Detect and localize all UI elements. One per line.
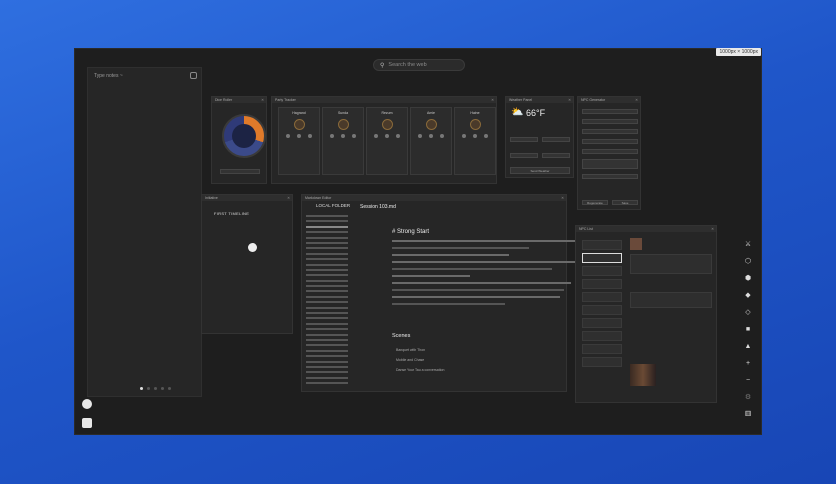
editor-title: Markdown Editor (302, 195, 566, 201)
markdown-editor-widget[interactable]: Markdown Editor LOCAL FOLDER Session 103… (301, 194, 584, 392)
class-icon (337, 119, 349, 130)
search-icon: ⚲ (380, 62, 385, 69)
folder-label: LOCAL FOLDER (316, 203, 351, 208)
md-heading: # Strong Start (392, 229, 430, 235)
notes-title: Type notes ~ (94, 73, 123, 79)
file-tab[interactable]: Session 103.md (360, 204, 396, 210)
dice-wheel[interactable] (222, 114, 266, 158)
dice-icon[interactable]: ⚅ (743, 410, 753, 420)
minus-icon[interactable]: − (743, 376, 753, 386)
weather-option[interactable] (510, 137, 538, 142)
member-name: Sunda (337, 111, 349, 115)
weather-option[interactable] (542, 153, 570, 158)
party-card[interactable]: Rezum (366, 107, 408, 175)
npc-generator-widget[interactable]: NPC Generator Regenerate Save (577, 96, 641, 210)
scene-item: Banquet with Thon (396, 348, 426, 352)
member-name: Haine (470, 111, 480, 115)
party-card[interactable]: Haine (454, 107, 496, 175)
npc-row[interactable] (582, 305, 622, 315)
camera-icon[interactable] (190, 72, 197, 79)
d12-icon[interactable]: ⬢ (743, 274, 753, 284)
npc-notes (630, 292, 712, 308)
npc-field[interactable] (582, 174, 638, 179)
dice-option[interactable] (220, 169, 260, 174)
party-card[interactable]: Amie (410, 107, 452, 175)
send-weather-button[interactable]: Send Weather (510, 167, 570, 174)
d8-icon[interactable]: ◇ (743, 308, 753, 318)
cloud-sun-icon: ⛅ (511, 107, 524, 118)
plus-icon[interactable]: + (743, 359, 753, 369)
npc-generator-title: NPC Generator (578, 97, 640, 103)
search-placeholder: Search the web (388, 62, 427, 68)
member-name: Rezum (381, 111, 393, 115)
npc-row[interactable] (582, 253, 622, 263)
party-tracker-title: Party Tracker (272, 97, 496, 103)
swords-icon[interactable]: ⚔ (743, 240, 753, 250)
initiative-widget[interactable]: Initiative FIRST TIMELINE (201, 194, 293, 334)
scene-item: Danse Your Tau a conversation (396, 368, 445, 372)
npc-stats (630, 254, 712, 274)
class-icon (381, 119, 393, 130)
save-button[interactable]: Save (612, 200, 638, 205)
npc-row[interactable] (582, 266, 622, 276)
temperature: 66°F (526, 108, 546, 118)
weather-option[interactable] (510, 153, 538, 158)
class-icon (293, 119, 305, 130)
search-bar[interactable]: ⚲ Search the web (373, 59, 465, 71)
dice-roller-widget[interactable]: Dice Roller (211, 96, 267, 184)
npc-list-title: NPC List (576, 226, 716, 232)
d4-icon[interactable]: ▲ (743, 342, 753, 352)
d10-icon[interactable]: ◆ (743, 291, 753, 301)
class-icon (469, 119, 481, 130)
npc-row[interactable] (582, 240, 622, 250)
npc-field[interactable] (582, 159, 638, 169)
npc-portrait (630, 238, 642, 250)
dice-dock[interactable]: ⚔ ⬡ ⬢ ◆ ◇ ■ ▲ + − ⚙ ⚅ (741, 240, 755, 427)
weather-widget[interactable]: Weather Panel ⛅ 66°F Send Weather (505, 96, 574, 178)
member-name: Hagrand (292, 111, 306, 115)
npc-field[interactable] (582, 149, 638, 154)
weather-title: Weather Panel (506, 97, 573, 103)
npc-row[interactable] (582, 279, 622, 289)
note-button[interactable] (82, 418, 92, 428)
notes-panel[interactable]: Type notes ~ (87, 67, 202, 397)
npc-list-widget[interactable]: NPC List (575, 225, 717, 403)
party-tracker-widget[interactable]: Party Tracker Hagrand Sunda Rezum Amie H… (271, 96, 497, 184)
app-window: 1000px × 1000px ⚲ Search the web Type no… (74, 48, 762, 435)
party-card[interactable]: Sunda (322, 107, 364, 175)
npc-row[interactable] (582, 344, 622, 354)
npc-field[interactable] (582, 119, 638, 124)
scenes-heading: Scenes (392, 333, 411, 339)
initiative-heading: FIRST TIMELINE (214, 211, 250, 216)
weather-option[interactable] (542, 137, 570, 142)
scene-item: Mobile and Chase (396, 358, 425, 362)
initiative-title: Initiative (202, 195, 292, 201)
d6-icon[interactable]: ■ (743, 325, 753, 335)
class-icon (425, 119, 437, 130)
npc-row[interactable] (582, 331, 622, 341)
record-button[interactable] (82, 399, 92, 409)
npc-field[interactable] (582, 129, 638, 134)
npc-scene-image (630, 364, 656, 386)
md-body (392, 240, 587, 310)
dice-roller-title: Dice Roller (212, 97, 266, 103)
npc-field[interactable] (582, 139, 638, 144)
active-token[interactable] (248, 243, 257, 252)
d20-icon[interactable]: ⬡ (743, 257, 753, 267)
settings-icon[interactable]: ⚙ (743, 393, 753, 403)
npc-row[interactable] (582, 357, 622, 367)
npc-row[interactable] (582, 292, 622, 302)
npc-field[interactable] (582, 109, 638, 114)
party-card[interactable]: Hagrand (278, 107, 320, 175)
file-tree[interactable] (306, 215, 348, 388)
page-dots[interactable] (140, 387, 171, 390)
size-badge: 1000px × 1000px (716, 48, 761, 56)
regenerate-button[interactable]: Regenerate (582, 200, 608, 205)
npc-row[interactable] (582, 318, 622, 328)
member-name: Amie (427, 111, 435, 115)
